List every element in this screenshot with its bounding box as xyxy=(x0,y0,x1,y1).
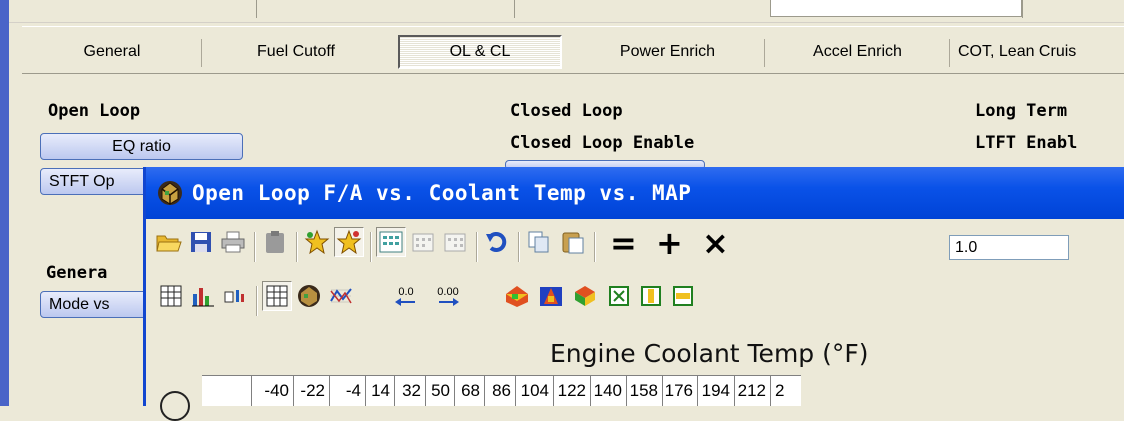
section-closed-loop-enable: Closed Loop Enable xyxy=(510,133,695,153)
column-header: 50 xyxy=(426,376,455,406)
table-select-icon[interactable] xyxy=(376,227,406,257)
top-separator xyxy=(514,0,515,18)
tab-power-enrich[interactable]: Power Enrich xyxy=(570,35,765,69)
tab-general[interactable]: General xyxy=(22,35,202,69)
section-open-loop: Open Loop xyxy=(48,101,141,121)
column-header: 158 xyxy=(627,376,663,406)
table-3d-icon xyxy=(158,181,182,205)
copy-icon[interactable] xyxy=(524,227,554,257)
top-separator xyxy=(256,0,257,18)
column-header: 86 xyxy=(485,376,516,406)
select-box-icon[interactable] xyxy=(604,281,634,311)
star-highlight-icon[interactable] xyxy=(334,227,364,257)
clipboard-disabled-icon[interactable] xyxy=(260,227,290,257)
color-map-3-icon[interactable] xyxy=(570,281,600,311)
column-header: 104 xyxy=(516,376,554,406)
value-input[interactable]: 1.0 xyxy=(949,235,1069,260)
top-field[interactable] xyxy=(770,0,1022,17)
section-long-term: Long Term xyxy=(975,101,1068,121)
column-header: 32 xyxy=(395,376,426,406)
tab-label: Accel Enrich xyxy=(813,43,902,60)
tab-label: Power Enrich xyxy=(619,43,716,60)
column-header: -22 xyxy=(294,376,330,406)
column-header xyxy=(202,376,252,406)
bar-graph-icon[interactable] xyxy=(188,281,218,311)
chart-title: Engine Coolant Temp (°F) xyxy=(550,339,869,368)
column-header: 2 xyxy=(775,381,785,400)
tab-label: OL & CL xyxy=(449,43,511,60)
section-closed-loop: Closed Loop xyxy=(510,101,623,121)
table-editor-window: Open Loop F/A vs. Coolant Temp vs. MAP =… xyxy=(143,167,1124,421)
tab-label: COT, Lean Cruis xyxy=(958,43,1077,60)
color-map-2-icon[interactable] xyxy=(536,281,566,311)
column-highlight-icon[interactable] xyxy=(636,281,666,311)
window-left-border xyxy=(0,0,9,406)
column-header-row: -40 -22 -4 14 32 50 68 86 104 122 140 15… xyxy=(202,375,801,406)
open-folder-icon[interactable] xyxy=(154,227,184,257)
star-icon[interactable] xyxy=(302,227,332,257)
tab-ol-cl[interactable]: OL & CL xyxy=(398,35,562,69)
section-general: Genera xyxy=(46,263,108,283)
window-titlebar[interactable]: Open Loop F/A vs. Coolant Temp vs. MAP xyxy=(146,167,1124,219)
increase-decimal-label: 0.00 xyxy=(437,286,459,298)
decrease-decimal-icon[interactable]: 0.0 xyxy=(386,281,426,311)
column-header: 140 xyxy=(591,376,627,406)
paste-icon[interactable] xyxy=(558,227,588,257)
tab-accel-enrich[interactable]: Accel Enrich xyxy=(765,35,950,69)
table-grid-disabled-2-icon[interactable] xyxy=(440,227,470,257)
top-separator xyxy=(1022,0,1023,18)
undo-icon[interactable] xyxy=(482,227,512,257)
tab-label: Fuel Cutoff xyxy=(257,43,335,60)
column-header: 122 xyxy=(554,376,591,406)
column-header: 212 xyxy=(735,376,771,406)
tab-fuel-cutoff[interactable]: Fuel Cutoff xyxy=(202,35,390,69)
window-title: Open Loop F/A vs. Coolant Temp vs. MAP xyxy=(192,181,692,205)
axis-swap-icon[interactable] xyxy=(160,391,190,421)
plus-icon[interactable]: + xyxy=(656,227,683,259)
column-header: 68 xyxy=(455,376,485,406)
column-header: 176 xyxy=(663,376,698,406)
mode-button[interactable]: Mode vs xyxy=(40,291,150,318)
decrease-decimal-label: 0.0 xyxy=(398,286,414,298)
column-header: 194 xyxy=(698,376,735,406)
table-grid-disabled-icon[interactable] xyxy=(408,227,438,257)
column-header: 14 xyxy=(366,376,395,406)
table-view-active-icon[interactable] xyxy=(262,281,292,311)
multiply-icon[interactable]: × xyxy=(702,227,729,259)
section-ltft-enable: LTFT Enabl xyxy=(975,133,1078,153)
stft-button[interactable]: STFT Op xyxy=(40,168,150,195)
print-icon[interactable] xyxy=(218,227,248,257)
column-header: -4 xyxy=(330,376,366,406)
increase-decimal-icon[interactable]: 0.00 xyxy=(428,281,468,311)
surface-3d-icon[interactable] xyxy=(294,281,324,311)
small-bar-graph-icon[interactable] xyxy=(220,281,250,311)
tab-bar: General Fuel Cutoff OL & CL Power Enrich… xyxy=(22,26,1124,74)
table-view-icon[interactable] xyxy=(156,281,186,311)
toolbar-row-2: 0.0 0.00 xyxy=(146,281,1124,321)
top-strip xyxy=(0,0,1124,23)
row-highlight-icon[interactable] xyxy=(668,281,698,311)
equals-icon[interactable]: = xyxy=(610,227,637,259)
save-icon[interactable] xyxy=(186,227,216,257)
eq-ratio-button[interactable]: EQ ratio xyxy=(40,133,243,160)
color-map-icon[interactable] xyxy=(502,281,532,311)
tab-cot-lean-cruise[interactable]: COT, Lean Cruis xyxy=(950,35,1124,69)
column-header: -40 xyxy=(252,376,294,406)
line-graph-icon[interactable] xyxy=(326,281,356,311)
tab-label: General xyxy=(83,43,141,60)
